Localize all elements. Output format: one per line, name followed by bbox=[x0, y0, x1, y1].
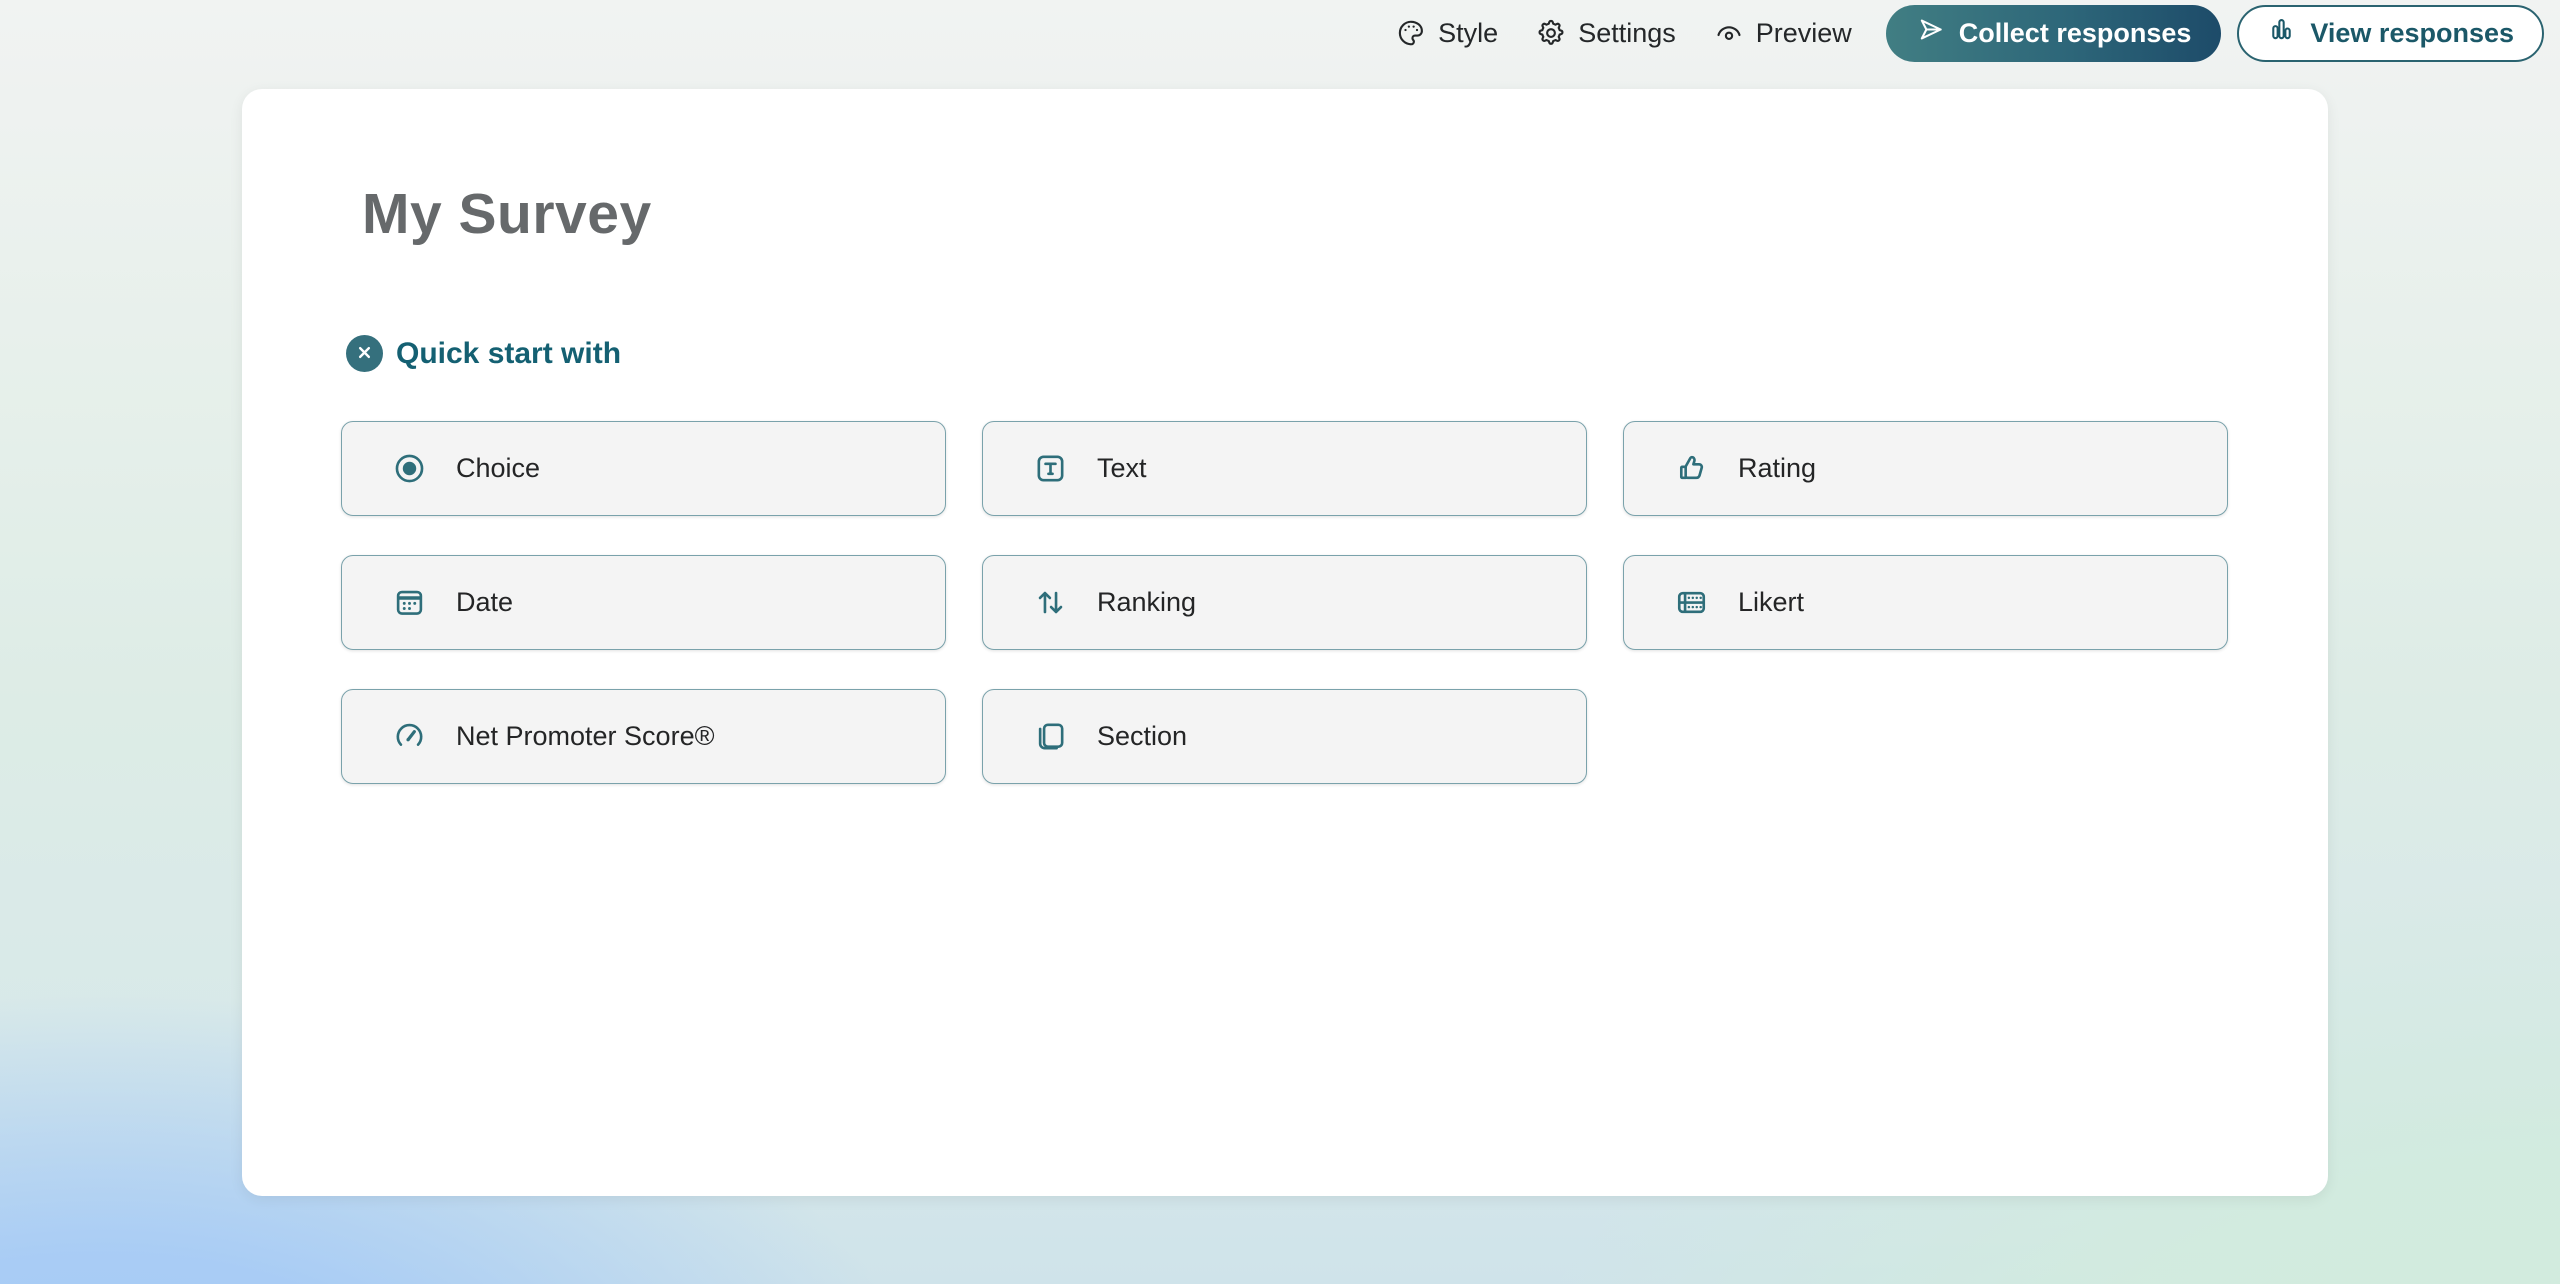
question-type-ranking[interactable]: Ranking bbox=[982, 555, 1587, 650]
survey-designer-card: My Survey Quick start with Choice bbox=[242, 89, 2328, 1196]
question-type-label: Ranking bbox=[1097, 587, 1196, 618]
question-type-nps[interactable]: Net Promoter Score® bbox=[341, 689, 946, 784]
question-type-likert[interactable]: Likert bbox=[1623, 555, 2228, 650]
send-icon bbox=[1916, 15, 1945, 51]
preview-button[interactable]: Preview bbox=[1700, 5, 1866, 61]
settings-button[interactable]: Settings bbox=[1522, 5, 1690, 61]
question-type-rating[interactable]: Rating bbox=[1623, 421, 2228, 516]
calendar-icon bbox=[392, 585, 427, 620]
palette-icon bbox=[1396, 18, 1426, 48]
section-pages-icon bbox=[1033, 719, 1068, 754]
thumb-up-icon bbox=[1674, 451, 1709, 486]
collect-responses-button[interactable]: Collect responses bbox=[1886, 5, 2222, 62]
style-button[interactable]: Style bbox=[1382, 5, 1512, 61]
settings-label: Settings bbox=[1578, 18, 1676, 49]
question-type-label: Rating bbox=[1738, 453, 1816, 484]
question-type-label: Likert bbox=[1738, 587, 1804, 618]
view-responses-button[interactable]: View responses bbox=[2237, 5, 2544, 62]
question-type-text[interactable]: Text bbox=[982, 421, 1587, 516]
question-type-label: Choice bbox=[456, 453, 540, 484]
question-type-grid: Choice Text Rating bbox=[341, 421, 2228, 784]
gauge-icon bbox=[392, 719, 427, 754]
view-responses-label: View responses bbox=[2310, 18, 2514, 49]
question-type-section[interactable]: Section bbox=[982, 689, 1587, 784]
arrows-up-down-icon bbox=[1033, 585, 1068, 620]
eye-icon bbox=[1714, 18, 1744, 48]
question-type-date[interactable]: Date bbox=[341, 555, 946, 650]
likert-grid-icon bbox=[1674, 585, 1709, 620]
radio-choice-icon bbox=[392, 451, 427, 486]
quick-start-label: Quick start with bbox=[396, 337, 621, 371]
style-label: Style bbox=[1438, 18, 1498, 49]
collect-responses-label: Collect responses bbox=[1959, 18, 2192, 49]
question-type-label: Section bbox=[1097, 721, 1187, 752]
forms-designer-page: { "topbar": { "items": [ { "label": "Sty… bbox=[0, 0, 2560, 1284]
quick-start-header: Quick start with bbox=[346, 335, 621, 372]
question-type-label: Date bbox=[456, 587, 513, 618]
gear-icon bbox=[1536, 18, 1566, 48]
preview-label: Preview bbox=[1756, 18, 1852, 49]
topbar: Style Settings Preview Collect responses bbox=[1382, 0, 2544, 66]
text-box-icon bbox=[1033, 451, 1068, 486]
question-type-choice[interactable]: Choice bbox=[341, 421, 946, 516]
close-icon bbox=[355, 343, 374, 365]
bar-chart-icon bbox=[2267, 15, 2296, 51]
question-type-label: Text bbox=[1097, 453, 1147, 484]
close-quick-start-button[interactable] bbox=[346, 335, 383, 372]
question-type-label: Net Promoter Score® bbox=[456, 721, 714, 752]
survey-title[interactable]: My Survey bbox=[362, 181, 652, 247]
